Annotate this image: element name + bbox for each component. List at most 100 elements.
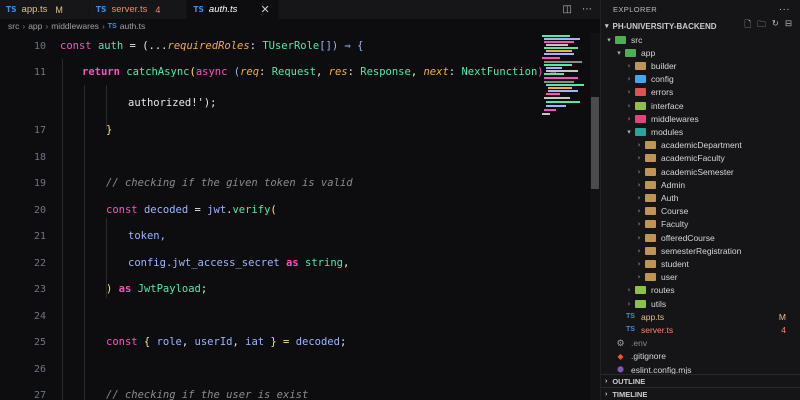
tree-item-label: Admin <box>661 179 686 190</box>
tree-item[interactable]: ▾ app <box>601 46 800 59</box>
tree-item[interactable]: TS server.ts 4 <box>601 323 800 336</box>
minimap-line <box>544 53 574 55</box>
close-tab-icon[interactable]: ✕ <box>260 3 269 16</box>
tree-item[interactable]: › student <box>601 257 800 270</box>
minimap-line <box>544 47 578 49</box>
chevron-right-icon: › <box>45 21 49 31</box>
gear-icon: ⚙ <box>616 337 625 348</box>
folder-icon <box>635 114 646 123</box>
folder-shape <box>635 286 646 295</box>
explorer-title: EXPLORER <box>613 5 658 14</box>
chevron-down-icon: ▾ <box>617 48 621 57</box>
scrollbar-thumb[interactable] <box>591 97 599 189</box>
tree-item[interactable]: › config <box>601 73 800 86</box>
minimap-line <box>546 50 572 52</box>
tree-item[interactable]: › offeredCourse <box>601 231 800 244</box>
minimap-line <box>544 64 572 66</box>
chevron-down-icon: ▾ <box>607 35 611 44</box>
code-text: return catchAsync(async (req: Request, r… <box>82 66 557 78</box>
folder-shape <box>645 193 656 202</box>
typescript-file-icon: TS <box>626 326 635 334</box>
line-number: 23 <box>33 283 46 295</box>
more-icon[interactable]: ⋯ <box>582 4 592 15</box>
tab-app-ts[interactable]: TS app.ts M <box>0 0 90 19</box>
minimap-line <box>548 87 572 89</box>
tree-item[interactable]: › errors <box>601 86 800 99</box>
breadcrumb-item-auth-ts[interactable]: auth.ts <box>120 21 146 31</box>
chevron-right-icon: › <box>627 286 631 295</box>
chevron-right-icon: › <box>637 207 641 216</box>
refresh-icon[interactable]: ↻ <box>772 19 779 33</box>
tree-item[interactable]: › interface <box>601 99 800 112</box>
chevron-right-icon: › <box>637 273 641 282</box>
tree-item[interactable]: › Course <box>601 205 800 218</box>
tree-item[interactable]: › utils <box>601 297 800 310</box>
tree-item-label: builder <box>651 60 677 71</box>
tree-item-label: academicDepartment <box>661 140 742 151</box>
code-line-20: 20 const decoded = jwt.verify( <box>0 197 590 223</box>
timeline-section[interactable]: › TIMELINE <box>601 387 800 400</box>
tree-item-label: offeredCourse <box>661 232 715 243</box>
tree-item-label: semesterRegistration <box>661 245 742 256</box>
chevron-right-icon: › <box>627 299 631 308</box>
typescript-file-icon: TS <box>107 22 117 30</box>
minimap-line <box>542 113 550 115</box>
tree-item-label: src <box>631 34 643 45</box>
breadcrumb-item-app[interactable]: app <box>28 21 42 31</box>
tree-item[interactable]: › routes <box>601 284 800 297</box>
tree-item[interactable]: › academicSemester <box>601 165 800 178</box>
line-number: 19 <box>33 177 46 189</box>
collapse-icon[interactable]: ⊟ <box>785 19 792 33</box>
editor-actions: ◫ ⋯ <box>563 0 600 19</box>
tab-auth-ts[interactable]: TS auth.ts ✕ <box>187 0 279 19</box>
breadcrumb-item-src[interactable]: src <box>8 21 19 31</box>
tree-item[interactable]: › Faculty <box>601 218 800 231</box>
folder-icon <box>635 286 646 295</box>
folder-shape <box>645 246 656 255</box>
more-actions-icon[interactable]: ··· <box>779 4 790 15</box>
tree-item[interactable]: › middlewares <box>601 112 800 125</box>
new-file-icon[interactable]: 🗋 <box>744 19 751 33</box>
tab-server-ts[interactable]: TS server.ts 4 <box>89 0 188 19</box>
problems-badge: 4 <box>155 4 161 15</box>
folder-icon <box>635 101 646 110</box>
folder-shape <box>635 114 646 123</box>
chevron-right-icon: › <box>637 141 641 150</box>
chevron-right-icon: › <box>637 259 641 268</box>
folder-icon <box>615 35 626 44</box>
tree-item[interactable]: ⚙ .env <box>601 337 800 350</box>
code-editor[interactable]: 10 const auth = (...requiredRoles: TUser… <box>0 33 590 400</box>
tree-item-label: modules <box>651 126 684 137</box>
tree-item[interactable]: › semesterRegistration <box>601 244 800 257</box>
folder-shape <box>645 207 656 216</box>
minimap[interactable] <box>540 33 590 143</box>
new-folder-icon[interactable]: 🗀 <box>757 19 766 33</box>
tree-item[interactable]: ◆ .gitignore <box>601 350 800 363</box>
tree-item[interactable]: › academicFaculty <box>601 152 800 165</box>
minimap-line <box>546 44 568 46</box>
code-line-17: 17 } <box>0 117 590 143</box>
vertical-scrollbar[interactable] <box>590 33 600 400</box>
typescript-file-icon: TS <box>6 5 17 14</box>
tree-item[interactable]: › academicDepartment <box>601 139 800 152</box>
folder-shape <box>635 61 646 70</box>
tree-item[interactable]: › Auth <box>601 191 800 204</box>
tree-item[interactable]: TS app.ts M <box>601 310 800 323</box>
folder-icon <box>645 233 656 242</box>
folder-shape <box>635 127 646 136</box>
tree-item[interactable]: ▾ src <box>601 33 800 46</box>
tree-item[interactable]: ▾ modules <box>601 125 800 138</box>
tree-item[interactable]: › builder <box>601 59 800 72</box>
outline-section[interactable]: › OUTLINE <box>601 374 800 387</box>
tree-item-label: academicSemester <box>661 166 734 177</box>
project-root[interactable]: ▾ PH-UNIVERSITY-BACKEND 🗋 🗀 ↻ ⊟ <box>601 19 800 33</box>
tree-item-label: Faculty <box>661 219 689 230</box>
minimap-line <box>546 105 566 107</box>
folder-shape <box>615 35 626 44</box>
chevron-down-icon: ▾ <box>605 23 609 30</box>
split-editor-icon[interactable]: ◫ <box>563 4 572 15</box>
tree-item[interactable]: › Admin <box>601 178 800 191</box>
tree-item[interactable]: › user <box>601 271 800 284</box>
breadcrumb-item-middlewares[interactable]: middlewares <box>51 21 99 31</box>
tree-item-label: academicFaculty <box>661 153 725 164</box>
